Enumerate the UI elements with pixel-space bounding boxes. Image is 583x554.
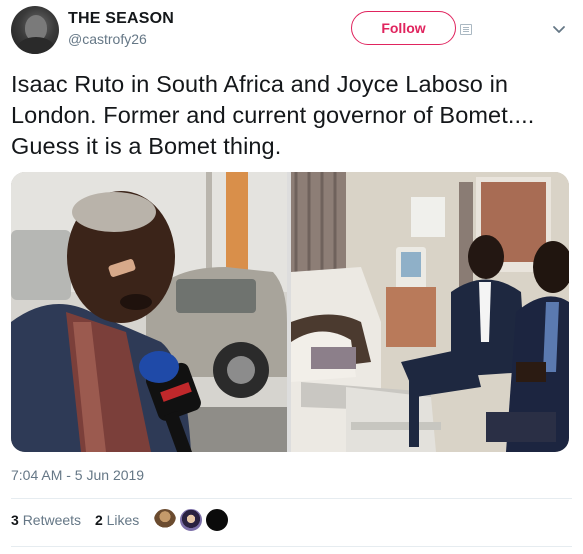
tweet-media: [11, 172, 569, 452]
photo-man-svg: [11, 172, 287, 452]
page-icon: [460, 24, 472, 35]
photo-hospital-room-visit[interactable]: [291, 172, 569, 452]
likes-label: Likes: [106, 512, 140, 528]
tweet-text: Isaac Ruto in South Africa and Joyce Lab…: [11, 71, 535, 159]
liker-avatar-3[interactable]: [204, 507, 230, 533]
retweets-count: 3: [11, 512, 19, 528]
retweets-stat[interactable]: 3 Retweets: [11, 512, 81, 528]
divider-bottom: [11, 546, 572, 547]
liker-avatar-2[interactable]: [178, 507, 204, 533]
divider-top: [11, 498, 572, 499]
avatar-body: [17, 37, 55, 54]
tweet-card: THE SEASON @castrofy26 Follow Isaac Ruto…: [0, 0, 583, 554]
likes-count: 2: [94, 512, 103, 528]
liker-avatar-1[interactable]: [152, 507, 178, 533]
photo-hospital-svg: [291, 172, 569, 452]
follow-button[interactable]: Follow: [351, 11, 456, 45]
retweets-label: Retweets: [22, 512, 82, 528]
user-handle[interactable]: @castrofy26: [68, 31, 147, 47]
tweet-stats: 3 Retweets 2 Likes: [11, 512, 149, 528]
likes-stat[interactable]: 2 Likes: [95, 512, 139, 528]
tweet-timestamp[interactable]: 7:04 AM - 5 Jun 2019: [11, 467, 144, 483]
photo-man-with-microphone[interactable]: [11, 172, 287, 452]
chevron-down-icon[interactable]: [552, 22, 566, 36]
user-avatar[interactable]: [11, 6, 59, 54]
display-name[interactable]: THE SEASON: [68, 10, 174, 28]
